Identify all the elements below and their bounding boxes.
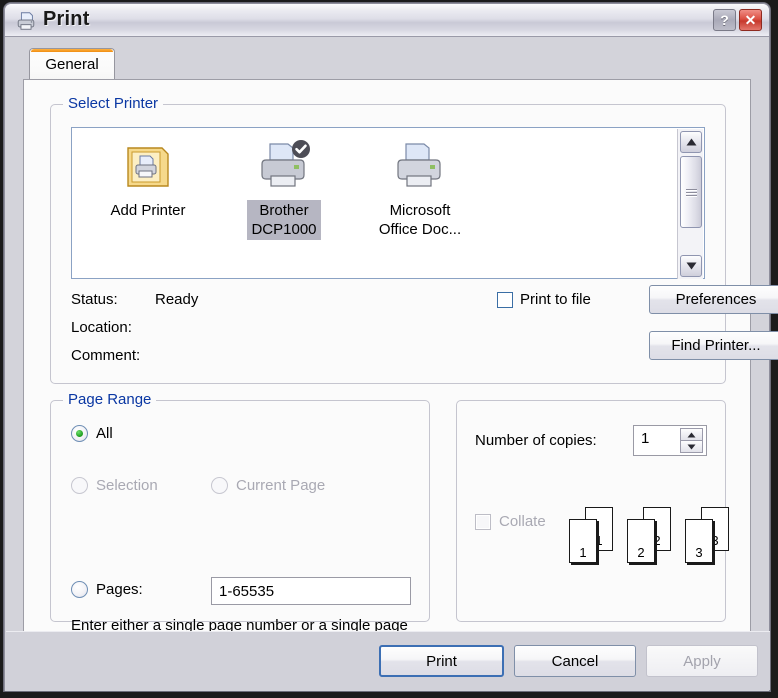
location-label: Location: xyxy=(71,319,132,336)
number-of-copies-stepper[interactable]: 1 xyxy=(633,425,707,456)
collate-group: 3 3 xyxy=(685,507,731,569)
radio-all-label: All xyxy=(96,425,113,442)
collate-checkbox xyxy=(475,513,491,530)
collate-row: Collate xyxy=(475,513,546,530)
collate-group: 1 1 xyxy=(569,507,615,569)
printer-icon xyxy=(392,138,448,194)
radio-all[interactable] xyxy=(71,425,88,442)
printer-status-block: Status: Ready Location: Comment: xyxy=(71,291,198,375)
radio-row-selection: Selection xyxy=(71,477,158,494)
number-of-copies-value: 1 xyxy=(641,430,650,447)
stepper-buttons xyxy=(680,428,703,453)
dialog-client-area: General Select Printer Add Printer Broth… xyxy=(5,37,778,691)
printer-label: Microsoft Office Doc... xyxy=(375,200,465,240)
print-dialog-window: Print ? ✕ General Select Printer Add Pri… xyxy=(3,2,778,692)
radio-row-pages[interactable]: Pages: xyxy=(71,581,143,598)
printer-label-line1: Brother xyxy=(259,202,309,219)
collate-preview: 1 1 2 2 3 3 xyxy=(569,507,731,569)
preferences-button[interactable]: Preferences xyxy=(649,285,778,314)
tab-general[interactable]: General xyxy=(29,48,115,80)
radio-selection-label: Selection xyxy=(96,477,158,494)
printer-items: Add Printer Brother DCP1000 Microsoft Of… xyxy=(72,128,474,240)
print-to-file-checkbox[interactable] xyxy=(497,291,513,308)
cancel-button[interactable]: Cancel xyxy=(514,645,636,677)
select-printer-group: Select Printer Add Printer Brother DCP10… xyxy=(50,95,778,384)
radio-row-all[interactable]: All xyxy=(71,425,113,442)
printer-label: Brother DCP1000 xyxy=(247,200,321,240)
scroll-up-icon[interactable] xyxy=(680,131,702,153)
printer-label-line2: Office Doc... xyxy=(378,221,462,238)
close-button[interactable]: ✕ xyxy=(739,9,762,31)
collate-page-front: 1 xyxy=(569,519,597,563)
comment-label: Comment: xyxy=(71,347,141,364)
printer-list[interactable]: Add Printer Brother DCP1000 Microsoft Of… xyxy=(71,127,705,279)
print-to-file-row[interactable]: Print to file xyxy=(497,291,591,308)
page-range-legend: Page Range xyxy=(63,391,157,408)
radio-row-current-page: Current Page xyxy=(211,477,325,494)
comment-row: Comment: xyxy=(71,347,198,364)
radio-pages[interactable] xyxy=(71,581,88,598)
add-printer-icon xyxy=(120,138,176,194)
page-range-group: Page Range All Selection Current Page Pa… xyxy=(50,391,430,655)
title-bar-buttons: ? ✕ xyxy=(713,9,762,31)
print-to-file-label: Print to file xyxy=(520,291,591,308)
printer-label-line1: Microsoft xyxy=(389,202,451,219)
scroll-down-icon[interactable] xyxy=(680,255,702,277)
status-label: Status: xyxy=(71,291,118,308)
status-value: Ready xyxy=(155,291,199,308)
help-button[interactable]: ? xyxy=(713,9,736,31)
radio-selection xyxy=(71,477,88,494)
radio-pages-label: Pages: xyxy=(96,581,143,598)
stepper-up-icon[interactable] xyxy=(680,428,703,441)
number-of-copies-label: Number of copies: xyxy=(475,432,597,449)
printer-label: Add Printer xyxy=(110,202,186,219)
pages-input[interactable]: 1-65535 xyxy=(211,577,411,605)
select-printer-legend: Select Printer xyxy=(63,95,164,112)
copies-group: Number of copies: 1 Collate 1 1 2 2 3 3 xyxy=(456,400,729,622)
printer-label-line2: DCP1000 xyxy=(251,221,317,238)
dialog-footer: Print Cancel Apply xyxy=(6,631,770,690)
status-row: Status: Ready xyxy=(71,291,198,308)
printer-icon xyxy=(15,10,37,32)
collate-label: Collate xyxy=(499,513,546,530)
location-row: Location: xyxy=(71,319,198,336)
stepper-down-icon[interactable] xyxy=(680,441,703,453)
title-bar: Print ? ✕ xyxy=(5,4,769,37)
collate-page-front: 3 xyxy=(685,519,713,563)
grip-icon xyxy=(685,187,697,198)
tab-panel-general: Select Printer Add Printer Brother DCP10… xyxy=(23,79,778,655)
collate-page-front: 2 xyxy=(627,519,655,563)
window-title: Print xyxy=(43,8,90,30)
scrollbar-thumb[interactable] xyxy=(680,156,702,228)
apply-button: Apply xyxy=(646,645,758,677)
find-printer-button[interactable]: Find Printer... xyxy=(649,331,778,360)
printer-item-add-printer[interactable]: Add Printer xyxy=(94,138,202,240)
tab-strip: General xyxy=(23,48,749,80)
radio-current-page-label: Current Page xyxy=(236,477,326,494)
printer-list-scrollbar[interactable] xyxy=(677,129,703,279)
collate-group: 2 2 xyxy=(627,507,673,569)
print-button[interactable]: Print xyxy=(379,645,504,677)
radio-current-page xyxy=(211,477,228,494)
printer-icon xyxy=(256,138,312,194)
printer-item-brother-dcp1000[interactable]: Brother DCP1000 xyxy=(230,138,338,240)
printer-item-microsoft-office-doc[interactable]: Microsoft Office Doc... xyxy=(366,138,474,240)
